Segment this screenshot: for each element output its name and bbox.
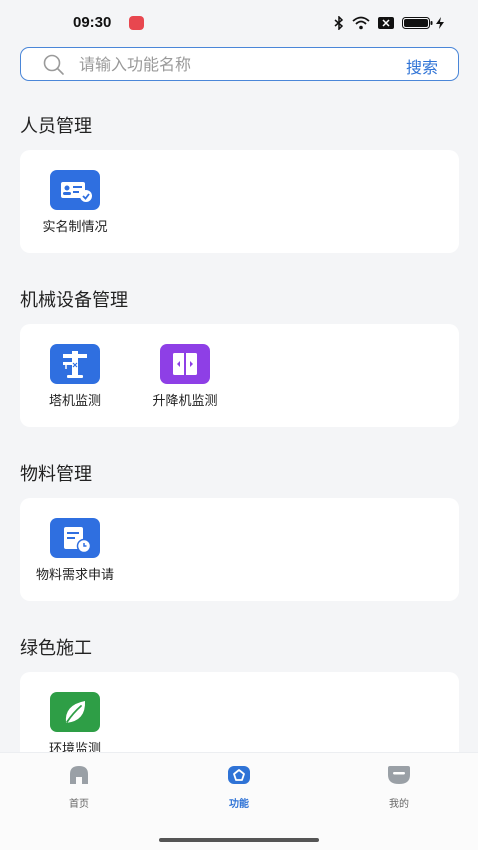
section-title-materials: 物料管理 [20, 464, 92, 485]
material-request-icon [50, 518, 100, 558]
notification-app-icon [129, 16, 144, 30]
battery-icon [402, 17, 433, 29]
elevator-icon [160, 344, 210, 384]
search-icon [43, 54, 64, 75]
function-item-label: 升降机监测 [152, 394, 218, 409]
section-card-personnel: 实名制情况 [20, 150, 459, 253]
tower-crane-icon [50, 344, 100, 384]
status-icons [334, 15, 444, 31]
id-card-check-icon [50, 170, 100, 210]
tab-label: 首页 [69, 799, 89, 810]
function-item-environment[interactable]: 环境监测 [20, 692, 130, 752]
section-title-personnel: 人员管理 [20, 116, 92, 137]
wifi-icon [352, 16, 370, 30]
function-item-elevator[interactable]: 升降机监测 [130, 344, 240, 409]
tab-home[interactable]: 首页 [44, 765, 114, 810]
function-item-label: 实名制情况 [42, 220, 108, 235]
home-icon [70, 766, 88, 784]
bottom-tab-bar: 首页 功能 我的 [0, 752, 478, 850]
function-icon [228, 766, 250, 784]
tab-profile[interactable]: 我的 [364, 765, 434, 810]
section-card-materials: 物料需求申请 [20, 498, 459, 601]
home-indicator[interactable] [159, 838, 319, 842]
status-bar: 09:30 [0, 0, 478, 44]
status-time: 09:30 [73, 14, 112, 31]
search-bar: 搜索 [20, 47, 459, 81]
function-item-label: 物料需求申请 [35, 568, 114, 583]
section-title-machinery: 机械设备管理 [20, 290, 128, 311]
profile-icon [388, 766, 410, 784]
function-item-label: 塔机监测 [48, 394, 101, 409]
charging-icon [436, 17, 444, 29]
function-item-material-request[interactable]: 物料需求申请 [20, 518, 130, 583]
sim-card-icon [378, 17, 394, 29]
search-input[interactable] [79, 49, 379, 79]
tab-function[interactable]: 功能 [204, 765, 274, 810]
leaf-icon [50, 692, 100, 732]
function-item-tower-crane[interactable]: 塔机监测 [20, 344, 130, 409]
section-card-machinery: 塔机监测 升降机监测 [20, 324, 459, 427]
function-item-real-name[interactable]: 实名制情况 [20, 170, 130, 235]
function-item-label: 环境监测 [48, 742, 101, 752]
section-title-green-construction: 绿色施工 [20, 638, 92, 659]
tab-label: 我的 [389, 799, 409, 810]
section-card-green-construction: 环境监测 [20, 672, 459, 752]
tab-label: 功能 [229, 799, 249, 810]
function-list[interactable]: 人员管理 实名制情况 机械设备管理 塔机监测 升降机监测 物料管理 物料需求申请… [0, 92, 478, 752]
bluetooth-icon [334, 16, 344, 30]
search-button[interactable]: 搜索 [406, 54, 438, 78]
